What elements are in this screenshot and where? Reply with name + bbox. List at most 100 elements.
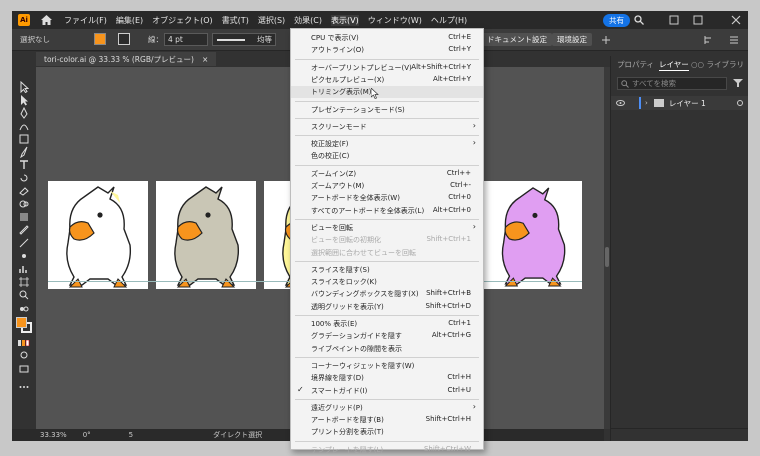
view-menu-item[interactable]: すべてのアートボードを全体表示(L) Alt+Ctrl+0 (291, 205, 483, 217)
selection-tool-icon[interactable] (17, 81, 31, 93)
close-tab-icon[interactable]: × (202, 55, 208, 64)
document-tab[interactable]: tori-color.ai @ 33.33 % (RGB/プレビュー) × (36, 52, 217, 66)
view-menu-item[interactable]: プリント分割を表示(T) (291, 426, 483, 438)
graph-tool-icon[interactable] (17, 263, 31, 275)
menu-effect[interactable]: 効果(C) (294, 15, 322, 26)
maximize-icon[interactable] (692, 14, 704, 26)
symbol-sprayer-tool-icon[interactable] (17, 250, 31, 262)
more-tools-icon[interactable] (17, 381, 31, 393)
align-icon[interactable] (702, 34, 714, 46)
stroke-weight-field[interactable]: 4 pt (164, 33, 208, 46)
close-icon[interactable] (730, 14, 742, 26)
gradient-tool-icon[interactable] (17, 211, 31, 223)
view-menu-item[interactable]: トリミング表示(M) (291, 86, 483, 99)
view-menu-item[interactable]: オーバープリントプレビュー(V) Alt+Shift+Ctrl+Y (291, 62, 483, 74)
tab-properties[interactable]: プロパティ (617, 59, 654, 70)
panel-menu-icon[interactable] (728, 34, 740, 46)
view-menu-item[interactable]: 透明グリッドを表示(Y) Shift+Ctrl+D (291, 301, 483, 313)
fill-color-swatch[interactable] (16, 317, 27, 328)
view-menu-item[interactable]: アートボードを全体表示(W) Ctrl+0 (291, 192, 483, 204)
menu-item-label: ライブペイントの隙間を表示 (311, 344, 402, 353)
view-menu-item[interactable]: スクリーンモード › (291, 121, 483, 133)
menu-item-shortcut: Ctrl+Y (448, 45, 471, 54)
direct-selection-tool-icon[interactable] (17, 94, 31, 106)
menu-item-label: ズームアウト(M) (311, 182, 365, 190)
home-icon[interactable] (40, 14, 52, 26)
menu-item-label: 透明グリッドを表示(Y) (311, 302, 384, 311)
artboard-tool-icon[interactable] (17, 276, 31, 288)
menu-type[interactable]: 書式(T) (222, 15, 249, 26)
filter-icon[interactable] (733, 78, 743, 88)
artboard-number[interactable]: 5 (129, 431, 133, 439)
artboard-purple-bird[interactable] (484, 181, 582, 289)
layer-name[interactable]: レイヤー 1 (669, 98, 706, 109)
layer-search-input[interactable]: すべてを検索 (617, 77, 727, 90)
view-menu-item[interactable]: ピクセルプレビュー(X) Alt+Ctrl+Y (291, 74, 483, 86)
menu-edit[interactable]: 編集(E) (116, 15, 143, 26)
view-menu-item[interactable]: 色の校正(C) (291, 150, 483, 162)
brush-tool-icon[interactable] (17, 146, 31, 158)
menu-item-label: アートボードを全体表示(W) (311, 194, 400, 203)
view-menu-item[interactable]: ビューを回転 › (291, 222, 483, 234)
view-menu-item[interactable]: 校正設定(F) › (291, 138, 483, 150)
menu-window[interactable]: ウィンドウ(W) (368, 15, 422, 26)
view-menu-item[interactable]: スライスをロック(K) (291, 276, 483, 288)
share-button[interactable]: 共有 (603, 14, 630, 27)
visibility-eye-icon[interactable] (616, 100, 625, 106)
menu-select[interactable]: 選択(S) (258, 15, 285, 26)
screen-mode-icon[interactable] (17, 363, 31, 375)
swap-colors-icon[interactable] (17, 303, 31, 315)
tab-layers[interactable]: レイヤー (659, 59, 689, 71)
rotate-tool-icon[interactable] (17, 172, 31, 184)
curvature-tool-icon[interactable] (17, 120, 31, 132)
layer-target-icon[interactable] (737, 100, 743, 106)
color-mode-icon[interactable] (17, 337, 31, 349)
eyedropper-tool-icon[interactable] (17, 224, 31, 236)
view-menu-item[interactable]: 遠近グリッド(P) › (291, 402, 483, 414)
pen-tool-icon[interactable] (17, 107, 31, 119)
view-menu-item[interactable]: グラデーションガイドを隠す Alt+Ctrl+G (291, 330, 483, 342)
view-menu-item[interactable]: スマートガイド(I) Ctrl+U ✓ (291, 385, 483, 397)
view-menu-item[interactable]: アートボードを隠す(B) Shift+Ctrl+H (291, 414, 483, 426)
view-menu-item[interactable]: プレゼンテーションモード(S) (291, 104, 483, 116)
fill-swatch[interactable] (94, 33, 106, 45)
view-menu-item[interactable]: CPU で表示(V) Ctrl+E (291, 32, 483, 44)
view-menu-item[interactable]: ズームアウト(M) Ctrl+- (291, 180, 483, 192)
white-bird-illustration (66, 186, 132, 288)
zoom-level[interactable]: 33.33% (40, 431, 67, 439)
view-menu-item[interactable]: スライスを隠す(S) (291, 264, 483, 276)
document-setup-button[interactable]: ドキュメント設定 (482, 33, 552, 46)
menu-separator (295, 440, 479, 442)
search-icon[interactable] (633, 14, 645, 26)
tab-libraries[interactable]: ○○ ライブラリ (691, 59, 744, 70)
preferences-button[interactable]: 環境設定 (552, 33, 592, 46)
type-tool-icon[interactable] (17, 159, 31, 171)
menu-help[interactable]: ヘルプ(H) (431, 15, 467, 26)
minimize-icon[interactable] (668, 14, 680, 26)
view-menu-item[interactable]: ライブペイントの隙間を表示 (291, 343, 483, 355)
eraser-tool-icon[interactable] (17, 185, 31, 197)
view-menu-item[interactable]: 境界線を隠す(D) Ctrl+H (291, 372, 483, 384)
rectangle-tool-icon[interactable] (17, 133, 31, 145)
arrange-icon[interactable] (600, 34, 612, 46)
draw-mode-icon[interactable] (17, 349, 31, 361)
shape-builder-tool-icon[interactable] (17, 198, 31, 210)
stroke-swatch[interactable] (118, 33, 130, 45)
rotation-value[interactable]: 0° (83, 431, 91, 439)
view-menu-item[interactable]: アウトライン(O) Ctrl+Y (291, 44, 483, 56)
menubar: Ai ファイル(F) 編集(E) オブジェクト(O) 書式(T) 選択(S) 効… (12, 11, 748, 29)
view-menu-item[interactable]: コーナーウィジェットを隠す(W) (291, 360, 483, 372)
view-menu-item[interactable]: バウンディングボックスを隠す(X) Shift+Ctrl+B (291, 288, 483, 300)
zoom-tool-icon[interactable] (17, 289, 31, 301)
expand-chevron-icon[interactable]: › (645, 99, 648, 107)
menu-object[interactable]: オブジェクト(O) (152, 15, 213, 26)
menu-file[interactable]: ファイル(F) (64, 15, 107, 26)
view-menu-item[interactable]: 100% 表示(E) Ctrl+1 (291, 318, 483, 330)
blend-tool-icon[interactable] (17, 237, 31, 249)
artboard-gray-bird[interactable] (156, 181, 256, 289)
view-menu-item[interactable]: ズームイン(Z) Ctrl++ (291, 168, 483, 180)
layer-row[interactable]: › レイヤー 1 (611, 96, 748, 110)
stroke-style-dropdown[interactable]: 均等 (212, 33, 276, 46)
menu-view[interactable]: 表示(V) (330, 14, 359, 26)
artboard-white-bird[interactable] (48, 181, 148, 289)
